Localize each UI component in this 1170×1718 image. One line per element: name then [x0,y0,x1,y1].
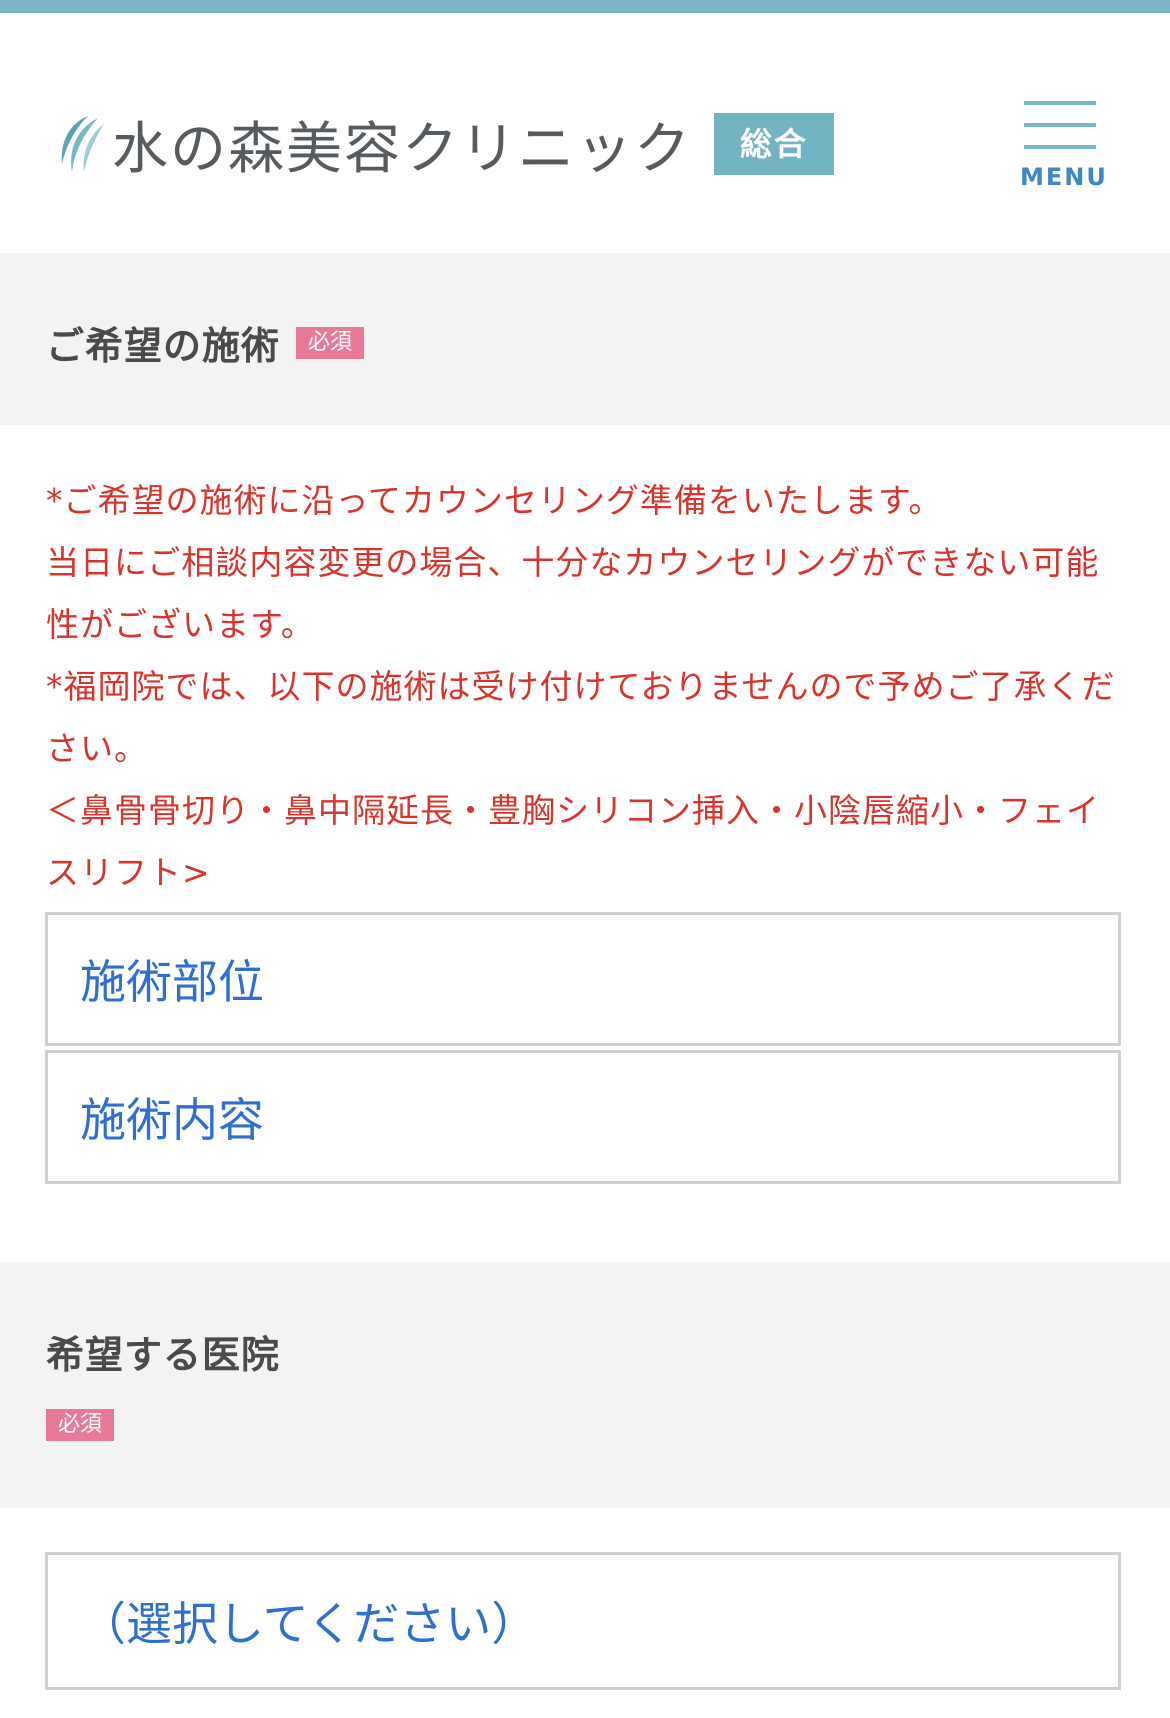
logo-text: 水の森美容クリニック [112,116,692,182]
general-badge: 総合 [714,113,835,175]
clinic-section-header: 希望する医院 必須 [0,1262,1170,1508]
required-badge: 必須 [296,326,365,359]
clinic-section-title: 希望する医院 [46,1333,281,1377]
hamburger-icon [1020,101,1100,149]
note-line-4: ＜鼻骨骨切り・鼻中隔延長・豊胸シリコン挿入・小陰唇縮小・フェイスリフト> [46,791,1100,892]
clinic-select[interactable]: （選択してください） [45,1552,1121,1690]
top-accent-bar [0,0,1170,13]
treatment-section-header: ご希望の施術 必須 [0,253,1170,425]
note-line-2: 当日にご相談内容変更の場合、十分なカウンセリングができない可能性がございます。 [46,543,1100,644]
treatment-content-select[interactable]: 施術内容 [45,1050,1121,1184]
menu-button[interactable]: MENU [1020,101,1108,191]
treatment-area-select-label: 施術部位 [80,955,264,1009]
note-line-1: *ご希望の施術に沿ってカウンセリング準備をいたします。 [46,481,943,520]
clinic-select-label: （選択してください） [80,1597,538,1651]
leaf-logo-icon [61,116,104,172]
clinic-logo[interactable]: 水の森美容クリニック 総合 [58,99,835,189]
treatment-notes: *ご希望の施術に沿ってカウンセリング準備をいたします。 当日にご相談内容変更の場… [46,470,1126,904]
treatment-content-select-label: 施術内容 [80,1093,264,1147]
treatment-section-title: ご希望の施術 [46,324,281,368]
menu-label: MENU [1020,163,1108,191]
required-badge: 必須 [46,1409,115,1441]
treatment-area-select[interactable]: 施術部位 [45,912,1121,1046]
site-header: 水の森美容クリニック 総合 MENU [0,13,1170,253]
note-line-3: *福岡院では、以下の施術は受け付けておりませんので予めご了承ください。 [46,667,1116,768]
